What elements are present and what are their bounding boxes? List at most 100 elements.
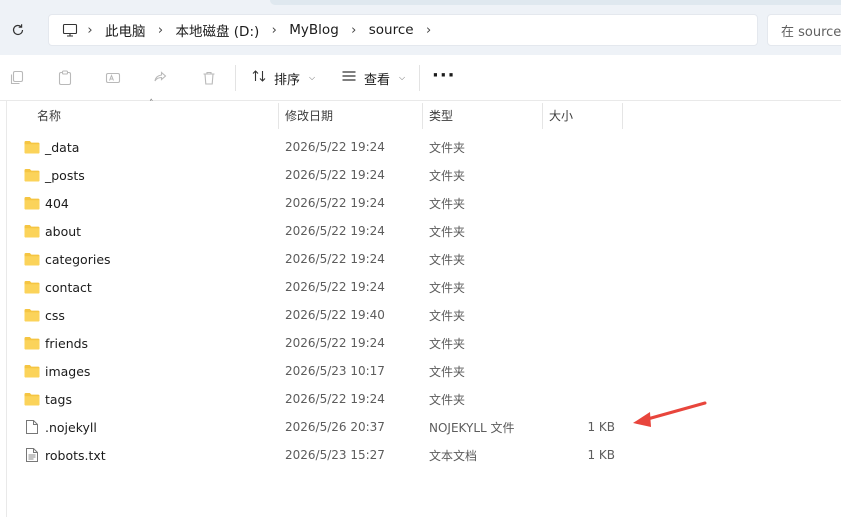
this-pc-icon[interactable]: [61, 21, 79, 39]
folder-icon: [24, 195, 40, 211]
file-row[interactable]: friends 2026/5/22 19:24 文件夹: [0, 329, 841, 357]
breadcrumb-source[interactable]: source: [365, 22, 418, 38]
file-row[interactable]: images 2026/5/23 10:17 文件夹: [0, 357, 841, 385]
folder-icon: [24, 251, 40, 267]
file-name: friends: [45, 335, 89, 351]
file-name: contact: [45, 279, 92, 295]
blank-file-icon: [24, 419, 40, 435]
sort-label: 排序: [274, 72, 301, 88]
file-row[interactable]: css 2026/5/22 19:40 文件夹: [0, 301, 841, 329]
share-icon[interactable]: [150, 68, 170, 88]
chevron-right-icon[interactable]: ›: [418, 23, 440, 38]
file-name-cell[interactable]: css: [24, 301, 65, 329]
address-bar[interactable]: › 此电脑 › 本地磁盘 (D:) › MyBlog › source ›: [48, 14, 758, 46]
file-name-cell[interactable]: about: [24, 217, 81, 245]
refresh-icon[interactable]: [6, 18, 30, 42]
file-size: [542, 245, 615, 273]
more-options-button[interactable]: ···: [432, 65, 456, 86]
address-bar-region: › 此电脑 › 本地磁盘 (D:) › MyBlog › source › 在 …: [0, 0, 841, 55]
file-date: 2026/5/23 10:17: [285, 364, 385, 378]
file-name: .nojekyll: [45, 419, 97, 435]
file-name-cell[interactable]: images: [24, 357, 90, 385]
rename-icon[interactable]: [103, 68, 123, 88]
chevron-right-icon[interactable]: ›: [263, 23, 285, 38]
file-size: [542, 385, 615, 413]
file-size: [542, 189, 615, 217]
delete-icon[interactable]: [199, 68, 219, 88]
file-name-cell[interactable]: tags: [24, 385, 72, 413]
view-button[interactable]: 查看 ⌵: [341, 66, 405, 90]
file-size: [542, 273, 615, 301]
file-row[interactable]: _data 2026/5/22 19:24 文件夹: [0, 133, 841, 161]
sort-button[interactable]: 排序 ⌵: [251, 66, 315, 90]
breadcrumb-this-pc[interactable]: 此电脑: [101, 20, 150, 40]
file-row[interactable]: 404 2026/5/22 19:24 文件夹: [0, 189, 841, 217]
file-name: css: [45, 307, 65, 323]
file-size: 1 KB: [587, 420, 615, 434]
file-type: 文件夹: [429, 252, 466, 267]
file-type: 文件夹: [429, 364, 466, 379]
column-header-name[interactable]: 名称: [37, 101, 61, 129]
file-type: NOJEKYLL 文件: [429, 420, 515, 435]
column-header-date[interactable]: 修改日期: [285, 101, 333, 129]
file-name: images: [45, 363, 91, 379]
file-name-cell[interactable]: _posts: [24, 161, 85, 189]
file-date: 2026/5/22 19:24: [285, 140, 385, 154]
column-divider[interactable]: [278, 103, 279, 129]
folder-icon: [24, 167, 40, 183]
file-row[interactable]: categories 2026/5/22 19:24 文件夹: [0, 245, 841, 273]
column-divider[interactable]: [542, 103, 543, 129]
file-row[interactable]: tags 2026/5/22 19:24 文件夹: [0, 385, 841, 413]
chevron-right-icon[interactable]: ›: [150, 23, 172, 38]
file-name: _posts: [45, 167, 85, 183]
file-name-cell[interactable]: .nojekyll: [24, 413, 97, 441]
file-name: about: [45, 223, 82, 239]
file-row[interactable]: _posts 2026/5/22 19:24 文件夹: [0, 161, 841, 189]
file-name-cell[interactable]: robots.txt: [24, 441, 106, 469]
file-type: 文件夹: [429, 336, 466, 351]
column-header-type[interactable]: 类型: [429, 101, 453, 129]
file-date: 2026/5/22 19:24: [285, 392, 385, 406]
file-date: 2026/5/22 19:40: [285, 308, 385, 322]
copy-icon[interactable]: [7, 68, 27, 88]
column-divider[interactable]: [422, 103, 423, 129]
file-date: 2026/5/22 19:24: [285, 224, 385, 238]
file-type: 文件夹: [429, 196, 466, 211]
column-header-size[interactable]: 大小: [549, 101, 573, 129]
file-size: [542, 133, 615, 161]
search-input[interactable]: 在 source: [767, 14, 841, 46]
folder-icon: [24, 139, 40, 155]
file-size: [542, 161, 615, 189]
breadcrumb-drive-d[interactable]: 本地磁盘 (D:): [172, 20, 264, 40]
command-bar: 排序 ⌵ 查看 ⌵ ···: [0, 55, 841, 101]
file-type: 文件夹: [429, 392, 466, 407]
file-name-cell[interactable]: 404: [24, 189, 69, 217]
file-size: [542, 357, 615, 385]
file-row[interactable]: robots.txt 2026/5/23 15:27 文本文档 1 KB: [0, 441, 841, 469]
file-row[interactable]: contact 2026/5/22 19:24 文件夹: [0, 273, 841, 301]
file-name-cell[interactable]: contact: [24, 273, 92, 301]
chevron-down-icon: ⌵: [399, 73, 406, 82]
folder-icon: [24, 363, 40, 379]
file-row[interactable]: about 2026/5/22 19:24 文件夹: [0, 217, 841, 245]
paste-icon[interactable]: [55, 68, 75, 88]
breadcrumb-myblog[interactable]: MyBlog: [285, 22, 342, 38]
file-type: 文件夹: [429, 140, 466, 155]
file-date: 2026/5/22 19:24: [285, 336, 385, 350]
chevron-right-icon[interactable]: ›: [343, 23, 365, 38]
file-date: 2026/5/22 19:24: [285, 196, 385, 210]
chevron-right-icon[interactable]: ›: [79, 23, 101, 38]
file-name-cell[interactable]: categories: [24, 245, 111, 273]
column-divider[interactable]: [622, 103, 623, 129]
file-name-cell[interactable]: _data: [24, 133, 79, 161]
file-list: _data 2026/5/22 19:24 文件夹 _posts 2026/5/22 1…: [0, 133, 841, 469]
folder-icon: [24, 223, 40, 239]
file-row[interactable]: .nojekyll 2026/5/26 20:37 NOJEKYLL 文件 1 KB: [0, 413, 841, 441]
file-size: [542, 301, 615, 329]
file-type: 文件夹: [429, 224, 466, 239]
file-name-cell[interactable]: friends: [24, 329, 88, 357]
folder-icon: [24, 391, 40, 407]
folder-icon: [24, 335, 40, 351]
view-icon: [341, 68, 357, 88]
folder-icon: [24, 279, 40, 295]
